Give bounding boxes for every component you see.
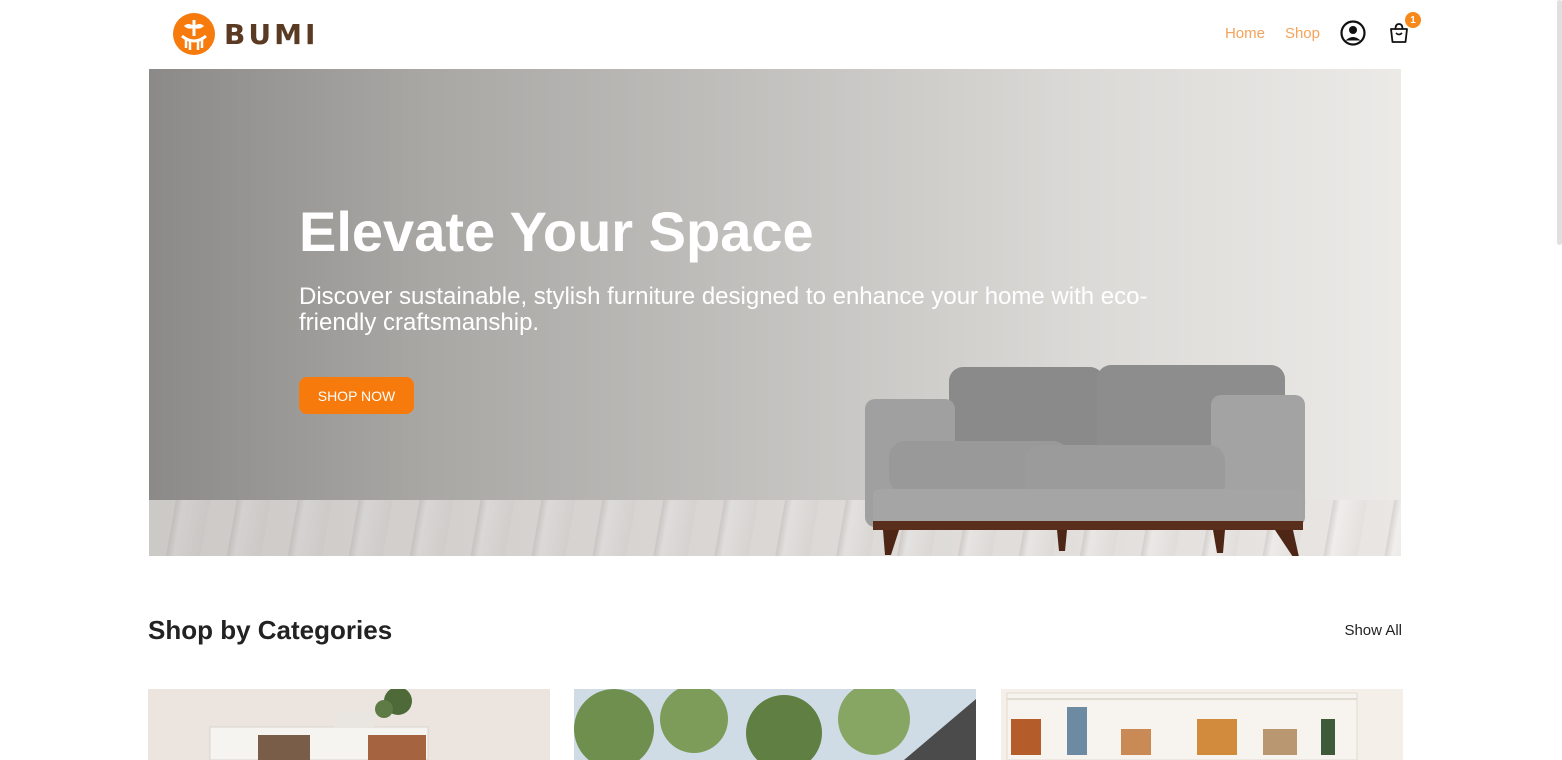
nav-link-shop[interactable]: Shop <box>1285 25 1320 42</box>
category-image <box>574 689 976 760</box>
cart-button[interactable]: 1 <box>1386 12 1421 46</box>
hero-subtitle: Discover sustainable, stylish furniture … <box>299 283 1148 336</box>
hero-banner: Elevate Your Space Discover sustainable,… <box>149 69 1401 556</box>
account-button[interactable] <box>1340 20 1366 46</box>
category-card-shelving[interactable] <box>1001 689 1403 760</box>
brand-logo[interactable]: BUMI <box>172 12 318 56</box>
sofa-image <box>865 365 1305 556</box>
category-image <box>148 689 550 760</box>
page-scrollbar[interactable] <box>1557 0 1562 245</box>
page: BUMI Home Shop 1 Elevate Your Space Disc… <box>0 0 1562 760</box>
category-card-storage[interactable] <box>148 689 550 760</box>
category-image <box>1001 689 1403 760</box>
category-card-outdoor[interactable] <box>574 689 976 760</box>
logo-icon <box>173 13 215 55</box>
categories-heading: Shop by Categories <box>148 615 393 645</box>
show-all-link[interactable]: Show All <box>1344 622 1402 639</box>
cart-count-badge: 1 <box>1405 12 1421 28</box>
user-circle-icon <box>1340 20 1366 46</box>
site-header: BUMI Home Shop 1 <box>0 0 1562 68</box>
main-nav: Home Shop 1 <box>1225 12 1421 50</box>
hero-title: Elevate Your Space <box>299 200 814 263</box>
nav-link-home[interactable]: Home <box>1225 25 1265 42</box>
brand-name: BUMI <box>224 17 319 51</box>
shop-now-button[interactable]: SHOP NOW <box>299 377 414 414</box>
